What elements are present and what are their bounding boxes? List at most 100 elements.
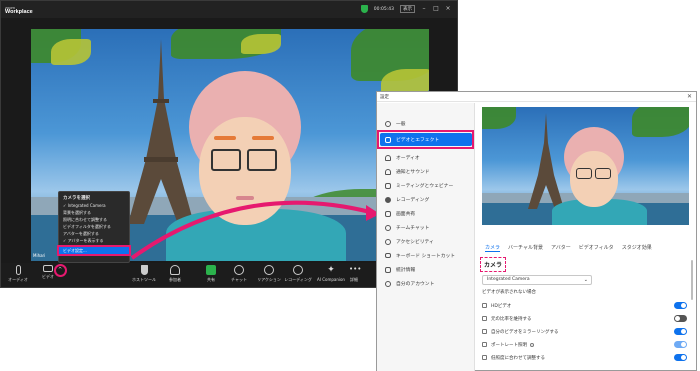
mic-icon <box>15 265 21 275</box>
audio-label: オーディオ <box>8 277 28 282</box>
reactions-button[interactable]: リアクション <box>255 265 283 283</box>
sidebar-item-shortcuts[interactable]: キーボード ショートカット <box>380 249 472 262</box>
sidebar-item-account[interactable]: 自分のアカウント <box>380 277 472 290</box>
option-low-light: 低照度に合わせて調整する <box>482 353 687 362</box>
sidebar-item-general[interactable]: 一般 <box>380 117 472 130</box>
gear-icon <box>385 120 391 127</box>
sidebar-item-recording[interactable]: レコーディング <box>380 193 472 206</box>
tab-virtual-background[interactable]: バーチャル背景 <box>508 244 543 252</box>
settings-title: 設定 <box>380 94 389 100</box>
scrollbar[interactable] <box>691 260 693 300</box>
option-label: HDビデオ <box>491 303 512 309</box>
more-label: 詳細 <box>350 277 358 282</box>
host-tools-button[interactable]: ホストツール <box>129 265 159 283</box>
camera-option[interactable]: ✓ Integrated Camera <box>63 202 125 209</box>
meeting-timer: 00:05:43 <box>373 6 394 12</box>
tab-studio-effects[interactable]: スタジオ効果 <box>622 244 652 252</box>
low-light-toggle[interactable] <box>674 354 687 361</box>
chevron-up-icon[interactable]: ^ <box>58 267 62 273</box>
sidebar-item-notifications[interactable]: 通知とサウンド <box>380 165 472 178</box>
settings-sidebar: 一般 ビデオとエフェクト オーディオ 通知とサウンド ミーティングとウェビナー … <box>377 103 475 371</box>
option-mirror-video: 自分のビデオをミラーリングする <box>482 327 687 336</box>
sidebar-item-statistics[interactable]: 統計情報 <box>380 263 472 276</box>
avatar-eyebrow <box>214 136 236 140</box>
foliage <box>632 107 689 137</box>
sidebar-item-team-chat[interactable]: チームチャット <box>380 221 472 234</box>
mirror-video-toggle[interactable] <box>674 328 687 335</box>
checkbox-icon[interactable] <box>482 355 487 360</box>
info-icon[interactable] <box>530 342 534 347</box>
settings-window: 設定 ✕ 一般 ビデオとエフェクト オーディオ 通知とサウンド ミーティングとウ… <box>376 91 697 371</box>
video-settings-item[interactable]: ビデオ設定... <box>57 245 131 256</box>
option-label: 元の比率を維持する <box>491 316 532 322</box>
chat-button[interactable]: チャット <box>228 265 250 283</box>
chat-icon <box>385 224 391 231</box>
close-icon[interactable]: ✕ <box>687 93 692 100</box>
participant-name-label: Mihari <box>33 253 46 258</box>
show-avatar-item[interactable]: ✓ アバターを表示する <box>63 237 125 244</box>
sidebar-item-screen-share[interactable]: 画面共有 <box>380 207 472 220</box>
people-icon <box>170 265 180 275</box>
adjust-lighting-item[interactable]: 照明に合わせて調整する <box>63 216 125 223</box>
active-item-highlight <box>377 130 474 149</box>
view-button[interactable]: 表示 <box>400 5 415 13</box>
sidebar-item-audio[interactable]: オーディオ <box>380 151 472 164</box>
sidebar-item-meetings[interactable]: ミーティングとウェビナー <box>380 179 472 192</box>
avatar-glasses <box>576 168 592 179</box>
smile-icon <box>264 265 274 275</box>
ai-companion-label: AI Companion <box>317 277 345 282</box>
sidebar-item-label: アクセシビリティ <box>396 240 434 245</box>
record-button[interactable]: レコーディング <box>284 265 312 283</box>
camera-select[interactable]: Integrated Camera ⌄ <box>482 275 592 285</box>
video-icon <box>43 265 53 272</box>
audio-button[interactable]: オーディオ <box>7 265 29 283</box>
avatar-glasses <box>247 149 277 171</box>
sidebar-item-label: 画面共有 <box>396 212 416 217</box>
more-button[interactable]: ••• 詳細 <box>346 265 362 283</box>
video-troubleshoot-link[interactable]: ビデオが表示されない場合 <box>482 289 536 295</box>
checkbox-icon[interactable] <box>482 303 487 308</box>
choose-background-item[interactable]: 背景を選択する <box>63 209 125 216</box>
sidebar-item-label: キーボード ショートカット <box>396 254 456 259</box>
keep-ratio-toggle[interactable] <box>674 315 687 322</box>
option-portrait-lighting: ポートレート照明 <box>482 340 687 349</box>
maximize-icon[interactable]: □ <box>433 6 439 12</box>
sidebar-item-label: 自分のアカウント <box>396 282 435 287</box>
choose-filter-item[interactable]: ビデオフィルタを選択する <box>63 223 125 230</box>
participants-button[interactable]: 参加者 <box>164 265 186 283</box>
hd-video-toggle[interactable] <box>674 302 687 309</box>
close-icon[interactable]: × <box>445 6 451 12</box>
minimize-icon[interactable]: – <box>421 6 427 12</box>
chat-icon <box>234 265 244 275</box>
sidebar-item-accessibility[interactable]: アクセシビリティ <box>380 235 472 248</box>
tab-avatar[interactable]: アバター <box>551 244 571 252</box>
share-icon <box>206 265 216 275</box>
sidebar-item-label: 通知とサウンド <box>396 170 430 175</box>
shield-icon <box>360 5 368 13</box>
titlebar-controls: 00:05:43 表示 – □ × <box>360 5 451 13</box>
share-button[interactable]: 共有 <box>201 265 221 283</box>
sidebar-item-label: オーディオ <box>396 156 420 161</box>
avatar-glasses <box>595 168 611 179</box>
chevron-down-icon: ⌄ <box>583 277 588 283</box>
checkbox-icon[interactable] <box>482 342 487 347</box>
portrait-lighting-toggle[interactable] <box>674 341 687 348</box>
camera-menu-heading: カメラを選択 <box>63 196 90 201</box>
camera-section-heading: カメラ <box>480 257 507 272</box>
choose-avatar-item[interactable]: アバターを選択する <box>63 230 125 237</box>
accessibility-icon <box>385 238 391 245</box>
checkbox-icon[interactable] <box>482 316 487 321</box>
avatar-mouth <box>236 196 254 200</box>
checkbox-icon[interactable] <box>482 329 487 334</box>
sidebar-item-label: レコーディング <box>396 198 430 203</box>
sidebar-item-label: ミーティングとウェビナー <box>396 184 454 189</box>
reactions-label: リアクション <box>257 277 281 282</box>
participants-label: 参加者 <box>169 277 181 282</box>
video-tabs: カメラ バーチャル背景 アバター ビデオフィルタ スタジオ効果 <box>485 244 652 252</box>
option-label: 低照度に合わせて調整する <box>491 355 545 361</box>
logo-line-2: Workplace <box>5 8 33 15</box>
share-screen-icon <box>385 210 391 217</box>
tab-video-filter[interactable]: ビデオフィルタ <box>579 244 614 252</box>
tab-camera[interactable]: カメラ <box>485 244 501 252</box>
ai-companion-button[interactable]: ✦ AI Companion <box>314 265 348 282</box>
